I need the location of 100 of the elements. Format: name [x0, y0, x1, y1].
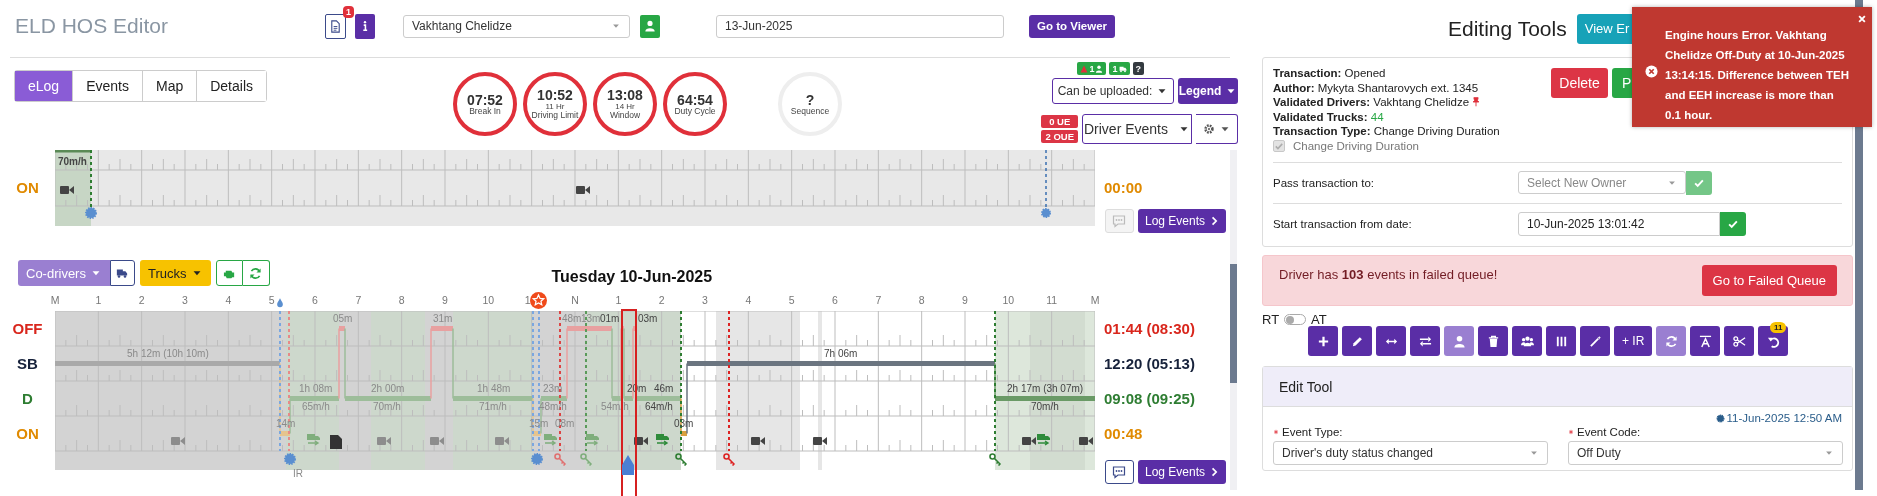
drop-icon [275, 296, 285, 309]
graph-label: 08m [555, 417, 575, 430]
camera-icon [813, 437, 827, 445]
tool-button[interactable] [1342, 326, 1372, 356]
events-dropdown[interactable]: Driver Events [1082, 114, 1192, 144]
count-badge: 0 UE [1041, 115, 1078, 128]
graph-label: 5h 12m (10h 10m) [127, 347, 209, 360]
field-label: Pass transaction to: [1273, 176, 1375, 189]
refresh-button[interactable] [242, 260, 270, 286]
position-marker-icon[interactable] [622, 455, 634, 475]
transaction-detail: Validated Drivers: Vakhtang Chelidze [1273, 95, 1470, 110]
failed-queue-button[interactable]: Go to Failed Queue [1701, 265, 1837, 296]
gear-icon [1202, 123, 1215, 135]
hour-label: 7 [355, 294, 362, 306]
confirm-button[interactable] [1720, 211, 1746, 236]
graph-label: 71m/h [479, 400, 507, 413]
settings-button[interactable] [1196, 114, 1238, 144]
scrollbar[interactable] [1230, 150, 1237, 490]
duty-log-graph[interactable] [55, 311, 1095, 470]
tab[interactable]: eLog [15, 71, 74, 101]
graph-label: 7h 06m [824, 347, 858, 360]
timer-value: 64:54 [677, 92, 713, 107]
help-badge[interactable]: ? [1132, 62, 1144, 75]
tool-button[interactable] [1308, 326, 1338, 356]
delete-button[interactable]: Delete [1551, 68, 1608, 98]
graph-label: 70m/h [1031, 400, 1059, 413]
tool-button[interactable] [1690, 326, 1721, 356]
engine-button[interactable] [215, 260, 243, 286]
tool-button[interactable] [1376, 326, 1406, 356]
upload-dropdown[interactable]: Can be uploaded: [1052, 78, 1174, 104]
trucks-dropdown[interactable]: Trucks [139, 260, 211, 286]
log-events-button[interactable]: Log Events [1137, 209, 1226, 233]
truck-icon [586, 434, 599, 446]
hour-label: 3 [182, 294, 188, 306]
transaction-detail: Author: Mykyta Shantarovych ext. 1345 [1273, 80, 1479, 95]
comment-button[interactable] [1104, 460, 1134, 484]
checkbox-label: Change Driving Duration [1293, 138, 1419, 154]
close-icon[interactable] [1857, 14, 1867, 24]
badge-count: 1 [1089, 63, 1095, 74]
user-icon [644, 20, 656, 32]
error-icon [1645, 65, 1658, 78]
graph-label: 13m [581, 312, 601, 325]
refresh-icon [1664, 334, 1678, 348]
row-label: OFF [12, 319, 43, 339]
graph-label: 48m [562, 312, 582, 325]
key-icon [580, 453, 593, 467]
tool-button[interactable] [1478, 326, 1508, 356]
tool-button[interactable]: + IR [1614, 326, 1653, 356]
tool-button[interactable] [1580, 326, 1610, 356]
document-icon [329, 19, 342, 33]
date-field[interactable]: 10-Jun-2025 13:01:42 [1518, 211, 1720, 236]
hour-label: 9 [962, 294, 968, 306]
hour-label: M [50, 294, 60, 306]
pin-icon [1471, 97, 1482, 108]
row-total: 00:48 [1104, 424, 1144, 444]
select-field[interactable]: Off Duty [1568, 441, 1843, 465]
notification-badge: 1 [343, 5, 354, 18]
row-total: 01:44 (08:30) [1104, 319, 1196, 339]
document-icon [330, 435, 342, 449]
camera-icon [634, 437, 648, 445]
tool-button[interactable] [1512, 326, 1542, 356]
graph-label: 31m [433, 312, 453, 325]
timer-label: Duty Cycle [674, 106, 716, 116]
graph-label: 05m [333, 312, 353, 325]
legend-button[interactable]: Legend [1178, 78, 1238, 104]
document-button[interactable] [325, 13, 346, 39]
truck-icon [116, 267, 129, 279]
viewer-button[interactable]: Go to Viewer [1029, 14, 1116, 38]
graph-label: 01m [600, 312, 620, 325]
select-field[interactable]: Driver's duty status changed [1273, 441, 1548, 465]
field-label: Event Code: [1577, 426, 1641, 438]
hour-label: 4 [745, 294, 752, 306]
user-icon [1452, 334, 1466, 348]
text-height-icon [1698, 334, 1712, 348]
hour-label: 5 [268, 294, 275, 306]
graph-label: 46m [654, 382, 674, 395]
tool-button[interactable] [1724, 326, 1755, 356]
driver-select[interactable]: Vakhtang Chelidze [403, 14, 630, 38]
info-button[interactable] [355, 13, 375, 39]
date-field[interactable]: 13-Jun-2025 [716, 14, 1004, 38]
page-title: ELD HOS Editor [15, 14, 169, 38]
marker-icon [1041, 208, 1051, 218]
timer-caption: 14 Hr [615, 103, 635, 112]
wand-icon [1588, 334, 1602, 348]
truck-button[interactable] [109, 260, 135, 286]
tool-button[interactable] [1410, 326, 1440, 356]
toggle-label: RT [1262, 312, 1280, 327]
driver-button[interactable] [640, 14, 660, 38]
key-icon [675, 453, 688, 467]
graph-label: 23m [543, 382, 563, 395]
log-events-button[interactable]: Log Events [1137, 460, 1226, 484]
tool-button[interactable] [1546, 326, 1576, 356]
marker-icon [531, 453, 543, 465]
camera-icon [377, 437, 391, 445]
toggle-switch[interactable] [1284, 314, 1307, 325]
graph-label: 48m/h [539, 400, 567, 413]
plus-icon [1316, 334, 1330, 348]
camera-icon [430, 437, 444, 445]
camera-icon [1022, 437, 1036, 445]
hour-label: 10 [1002, 294, 1015, 306]
